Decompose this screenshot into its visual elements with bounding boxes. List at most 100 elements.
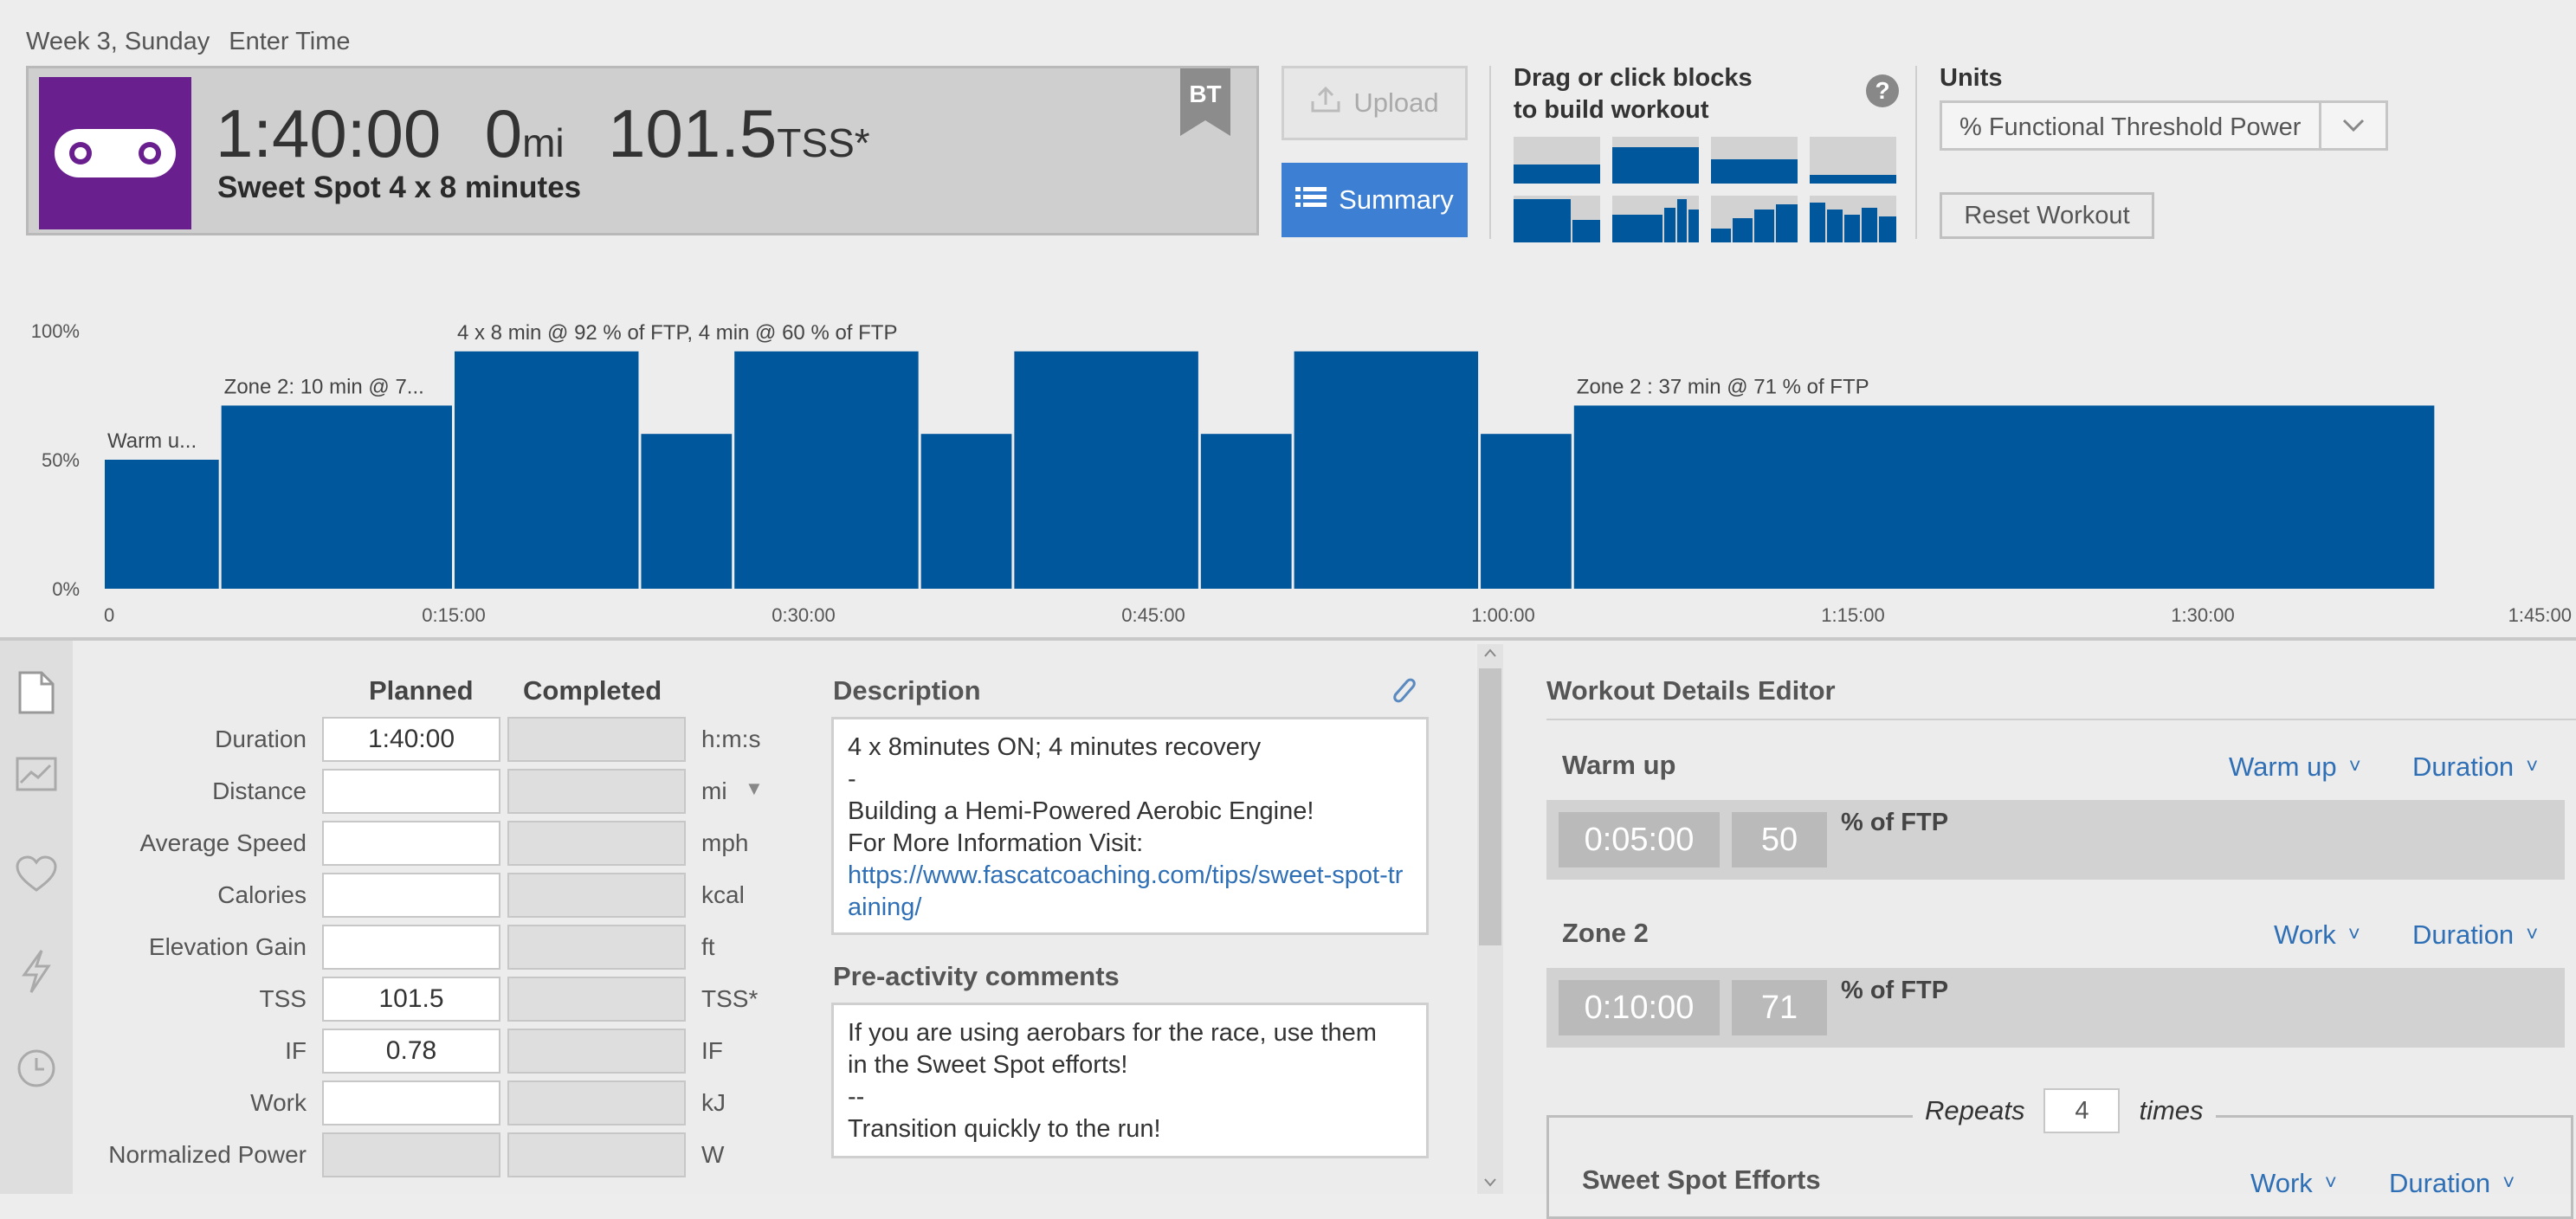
planned-input[interactable] xyxy=(322,821,500,866)
planned-input[interactable]: 1:40:00 xyxy=(322,717,500,762)
block-two-step[interactable] xyxy=(1514,196,1600,242)
x-tick-label: 1:30:00 xyxy=(2171,604,2234,626)
heart-icon[interactable] xyxy=(10,848,62,900)
description-title: Description xyxy=(833,675,981,706)
planned-input[interactable] xyxy=(322,873,500,918)
scrollbar-thumb[interactable] xyxy=(1479,668,1501,945)
step-mode-dropdown[interactable]: Duration ˅ xyxy=(2412,919,2538,951)
step-duration-input[interactable]: 0:05:00 xyxy=(1559,812,1720,867)
upload-button[interactable]: Upload xyxy=(1282,66,1468,140)
block-ramp-intervals[interactable] xyxy=(1612,196,1699,242)
step-mode-dropdown[interactable]: Duration ˅ xyxy=(2412,751,2538,783)
pre-activity-comments-box[interactable]: If you are using aerobars for the race, … xyxy=(831,1003,1429,1158)
enter-time-link[interactable]: Enter Time xyxy=(229,28,350,55)
repeat-mode-dropdown[interactable]: Duration ˅ xyxy=(2389,1168,2515,1199)
block-steady-mid[interactable] xyxy=(1711,137,1798,184)
description-line: - xyxy=(848,765,856,793)
planned-input[interactable]: 0.78 xyxy=(322,1029,500,1074)
workout-interval-bar[interactable] xyxy=(1481,434,1572,589)
help-icon[interactable]: ? xyxy=(1866,74,1899,107)
planned-input[interactable] xyxy=(322,1080,500,1125)
completed-input[interactable] xyxy=(507,821,686,866)
block-ramp-down[interactable] xyxy=(1810,196,1896,242)
chevron-down-icon: ˅ xyxy=(2502,1171,2515,1195)
chart-line-icon[interactable] xyxy=(10,748,62,800)
chevron-down-icon[interactable] xyxy=(2319,103,2386,148)
block-steady-low[interactable] xyxy=(1514,137,1600,184)
interval-annotation: 4 x 8 min @ 92 % of FTP, 4 min @ 60 % of… xyxy=(457,321,897,345)
y-tick-label: 50% xyxy=(42,449,80,471)
workout-interval-bar[interactable] xyxy=(105,460,219,589)
block-steady-high[interactable] xyxy=(1612,137,1699,184)
step-name: Zone 2 xyxy=(1562,918,1649,948)
clock-icon[interactable] xyxy=(10,1042,62,1094)
workout-interval-bar[interactable] xyxy=(1200,434,1292,589)
completed-input[interactable] xyxy=(507,717,686,762)
step-duration-input[interactable]: 0:10:00 xyxy=(1559,980,1720,1035)
step-percent-input[interactable]: 71 xyxy=(1732,980,1827,1035)
workout-interval-bar[interactable] xyxy=(920,434,1012,589)
pre-activity-title: Pre-activity comments xyxy=(833,961,1120,991)
repeat-count-input[interactable]: 4 xyxy=(2043,1088,2121,1133)
step-percent-input[interactable]: 50 xyxy=(1732,812,1827,867)
breadcrumb: Week 3, Sunday Enter Time xyxy=(26,28,350,56)
scroll-down-icon[interactable] xyxy=(1483,1177,1497,1188)
completed-input[interactable] xyxy=(507,1132,686,1177)
distance-unit-dropdown-icon[interactable]: ▼ xyxy=(745,777,764,800)
workout-interval-bar[interactable] xyxy=(1573,405,2435,589)
comment-line: Transition quickly to the run! xyxy=(848,1115,1161,1143)
bt-bookmark-flag[interactable]: BT xyxy=(1180,68,1230,136)
scroll-up-icon[interactable] xyxy=(1483,648,1497,658)
x-tick-label: 1:45:00 xyxy=(2508,604,2572,626)
block-steady-min[interactable] xyxy=(1810,137,1896,184)
step-type-dropdown[interactable]: Warm up ˅ xyxy=(2229,751,2361,783)
planned-input[interactable] xyxy=(322,1132,500,1177)
week-day-label: Week 3, Sunday xyxy=(26,28,210,55)
planned-input[interactable] xyxy=(322,769,500,814)
step-type-dropdown[interactable]: Work ˅ xyxy=(2274,919,2360,951)
stat-row-label: TSS xyxy=(259,985,307,1012)
description-box[interactable]: 4 x 8minutes ON; 4 minutes recovery - Bu… xyxy=(831,717,1429,935)
units-label: Units xyxy=(1940,64,2003,92)
builder-title-line1: Drag or click blocks xyxy=(1514,64,1753,92)
completed-input[interactable] xyxy=(507,873,686,918)
workout-stats: 1:40:00 0mi 101.5TSS* xyxy=(216,94,870,173)
workout-interval-bar[interactable] xyxy=(455,351,639,589)
workout-interval-bar[interactable] xyxy=(1014,351,1198,589)
stat-row-label: Distance xyxy=(212,777,307,804)
description-link[interactable]: https://www.fascatcoaching.com/tips/swee… xyxy=(848,860,1412,924)
planned-input[interactable] xyxy=(322,925,500,970)
reset-workout-button[interactable]: Reset Workout xyxy=(1940,192,2154,239)
workout-interval-bar[interactable] xyxy=(221,405,452,589)
completed-input[interactable] xyxy=(507,977,686,1022)
stat-row-unit: ft xyxy=(701,933,715,960)
document-icon[interactable] xyxy=(10,667,62,719)
workout-power-chart[interactable]: 100% 50% 0% Warm u... Zone 2: 10 min @ 7...… xyxy=(0,294,2576,632)
repeat-control: Repeats 4 times xyxy=(1913,1087,2216,1135)
panel-scrollbar[interactable] xyxy=(1477,644,1503,1194)
stat-row-unit: h:m:s xyxy=(701,726,761,752)
workout-interval-bar[interactable] xyxy=(1294,351,1479,589)
completed-input[interactable] xyxy=(507,1080,686,1125)
paperclip-icon[interactable] xyxy=(1387,674,1418,713)
completed-input[interactable] xyxy=(507,1029,686,1074)
repeat-type-dropdown[interactable]: Work ˅ xyxy=(2250,1168,2337,1199)
workout-interval-bar[interactable] xyxy=(734,351,919,589)
x-tick-label: 0:15:00 xyxy=(422,604,485,626)
stat-row-unit: mph xyxy=(701,829,749,856)
y-tick-label: 0% xyxy=(52,578,80,600)
completed-input[interactable] xyxy=(507,769,686,814)
description-line: For More Information Visit: xyxy=(848,829,1144,857)
completed-input[interactable] xyxy=(507,925,686,970)
block-builder-title: Drag or click blocks to build workout xyxy=(1514,62,1753,126)
distance-unit: mi xyxy=(522,120,565,165)
lightning-icon[interactable] xyxy=(10,945,62,997)
stat-row-unit: W xyxy=(701,1141,725,1168)
planned-header: Planned xyxy=(369,675,474,706)
units-select[interactable]: % Functional Threshold Power xyxy=(1940,100,2388,151)
header-divider xyxy=(1489,66,1491,239)
planned-input[interactable]: 101.5 xyxy=(322,977,500,1022)
summary-button[interactable]: Summary xyxy=(1282,163,1468,237)
workout-interval-bar[interactable] xyxy=(641,434,733,589)
block-ramp-up[interactable] xyxy=(1711,196,1798,242)
